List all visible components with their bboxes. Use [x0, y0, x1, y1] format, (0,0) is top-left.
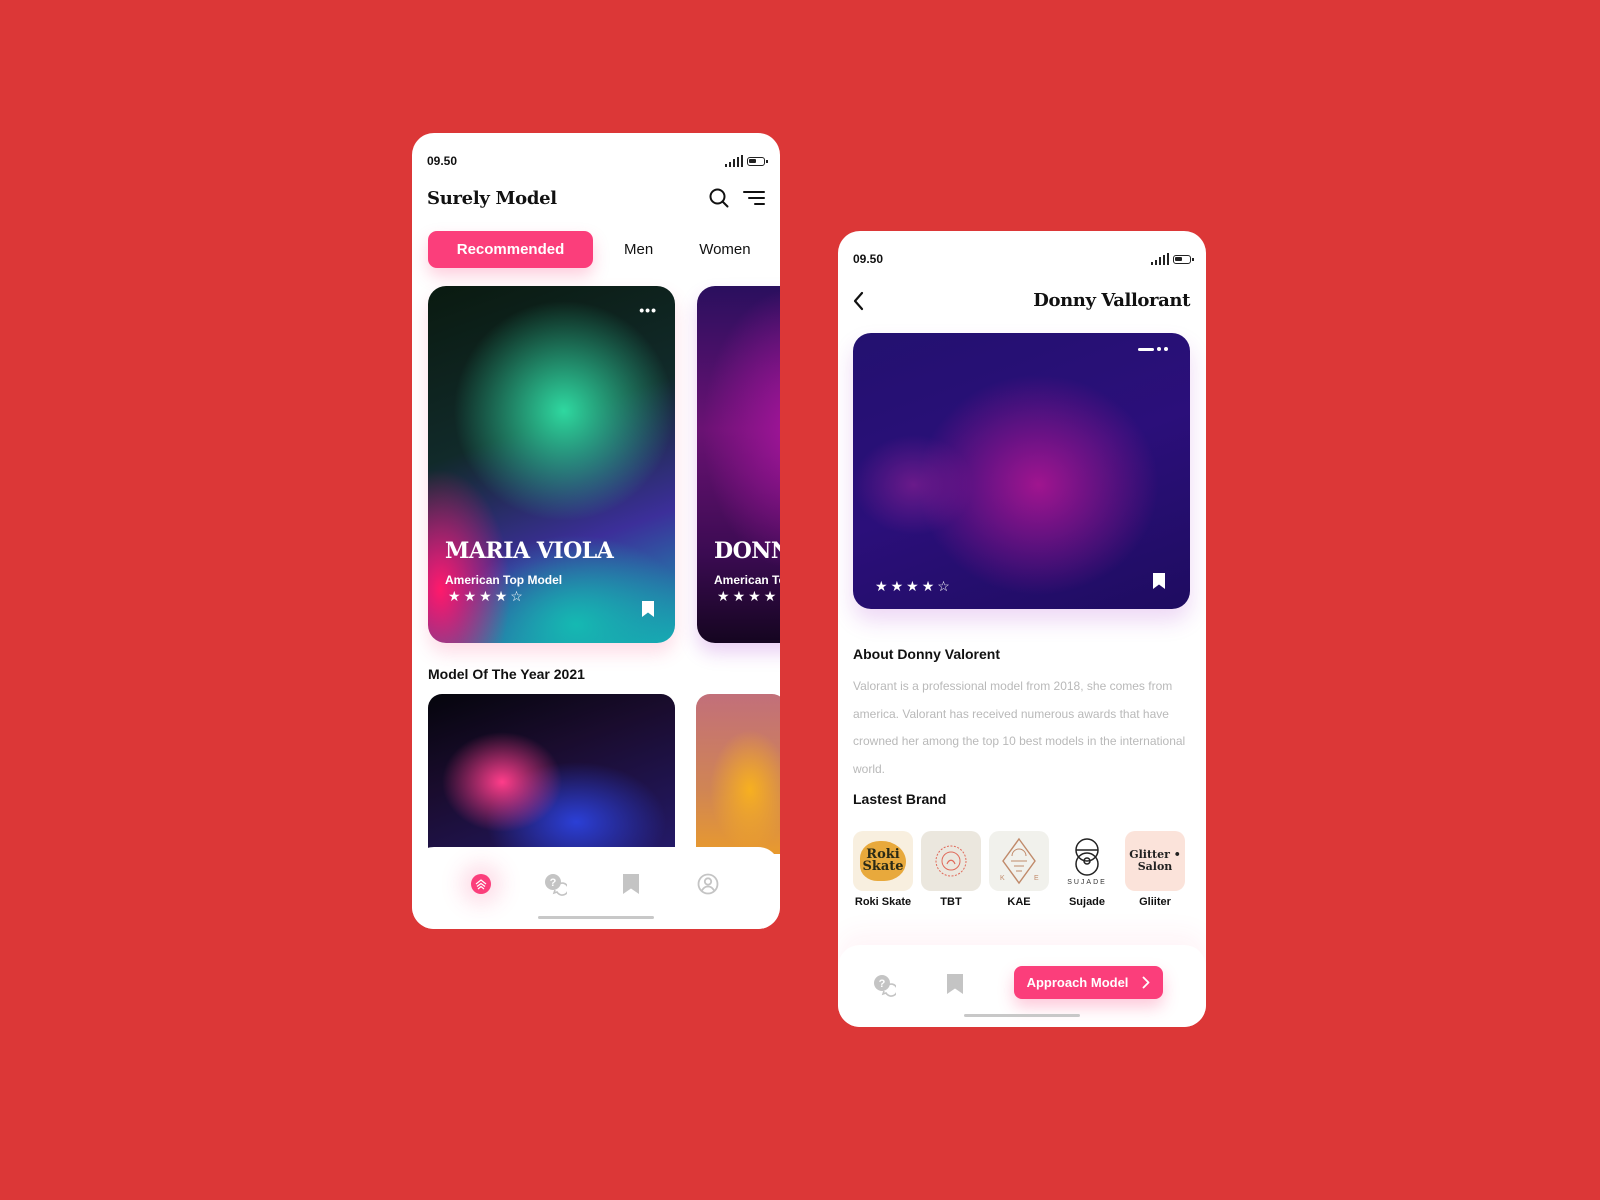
help-chat-icon[interactable]: ? [872, 973, 899, 1002]
approach-model-button[interactable]: Approach Model [1014, 966, 1163, 999]
category-tabs: Recommended Men Women [428, 231, 766, 268]
home-indicator [538, 916, 654, 919]
model-of-year-card[interactable] [696, 694, 780, 854]
signal-icon [725, 155, 743, 167]
brand-label: KAE [1007, 896, 1031, 908]
bookmark-icon[interactable] [618, 871, 644, 897]
star-rating: ★★★★☆ [875, 579, 950, 593]
star-filled-icon: ★ [494, 588, 508, 604]
model-card-donny[interactable]: DONNY American Top Model ★★★★☆ [697, 286, 780, 643]
battery-icon [1173, 254, 1194, 264]
star-filled-icon: ★ [479, 588, 492, 604]
brand-item-kae[interactable]: KE KAE [989, 831, 1049, 908]
page-title: Donny Vallorant [1033, 290, 1190, 311]
status-bar: 09.50 [427, 152, 768, 170]
brand-item-roki-skate[interactable]: Roki Skate Roki Skate [853, 831, 913, 908]
brand-label: TBT [940, 896, 962, 908]
brand-label: Sujade [1068, 896, 1106, 908]
tbt-logo-icon [935, 845, 967, 877]
brand-heading: Lastest Brand [853, 791, 947, 807]
model-name: DONNY [714, 538, 780, 564]
brand-item-tbt[interactable]: TBT [921, 831, 981, 908]
brand-label: Gliiter [1139, 896, 1171, 908]
home-indicator [964, 1014, 1080, 1017]
bookmark-icon[interactable] [1152, 572, 1166, 595]
brand-item-sujade[interactable]: SUJADE Sujade [1057, 831, 1117, 908]
status-time: 09.50 [427, 154, 458, 168]
app-title: Surely Model [427, 188, 557, 209]
star-rating: ★★★★☆ [448, 589, 523, 603]
about-text: Valorant is a professional model from 20… [853, 679, 1186, 776]
profile-icon[interactable] [695, 871, 721, 897]
brand-logo [921, 831, 981, 891]
star-filled-icon: ★ [463, 588, 477, 604]
model-name: MARIA VIOLA [445, 538, 614, 564]
svg-text:?: ? [549, 877, 556, 889]
chevron-right-icon [1143, 976, 1150, 989]
detail-action-bar: ? Approach Model [838, 945, 1206, 1027]
filter-icon[interactable] [743, 190, 765, 206]
star-empty-icon: ☆ [779, 589, 780, 603]
battery-icon [747, 156, 768, 166]
bookmark-icon[interactable] [946, 973, 964, 1000]
model-of-year-card[interactable] [428, 694, 675, 854]
phone-detail-screen: 09.50 Donny Vallorant ★ ★ ★ ★ ☆ About Donny … [838, 231, 1206, 1027]
star-filled-icon: ★ [732, 588, 746, 604]
kae-logo-icon: KE [1000, 837, 1039, 885]
model-hero-image: ★ ★ ★ ★ ☆ [853, 333, 1190, 609]
section-title: Model Of The Year 2021 [428, 666, 585, 682]
help-chat-icon[interactable]: ? [542, 871, 568, 897]
tab-recommended[interactable]: Recommended [428, 231, 593, 268]
model-card-maria-viola[interactable]: ••• MARIA VIOLA American Top Model ★ ★ ★ ★ ☆ [428, 286, 675, 643]
brand-logo: Glitter • Salon [1125, 831, 1185, 891]
signal-icon [1151, 253, 1169, 265]
more-options-icon[interactable]: ••• [639, 302, 657, 318]
star-filled-icon: ★ [921, 578, 935, 594]
bottom-nav: ? [412, 847, 780, 929]
bookmark-icon[interactable] [641, 600, 655, 623]
star-filled-icon: ★ [448, 588, 461, 604]
brand-logo: Roki Skate [853, 831, 913, 891]
phone-list-screen: 09.50 Surely Model Recommended Men Women… [412, 133, 780, 929]
tab-men[interactable]: Men [609, 231, 668, 268]
star-rating: ★★★★☆ [717, 589, 780, 603]
star-filled-icon: ★ [875, 578, 888, 594]
home-icon[interactable] [471, 874, 492, 894]
brand-list: Roki Skate Roki Skate TBT KE KAE SUJADE … [853, 831, 1185, 908]
status-time: 09.50 [853, 252, 884, 266]
svg-text:?: ? [879, 978, 886, 990]
model-subtitle: American Top Model [714, 573, 780, 587]
brand-item-gliiter[interactable]: Glitter • Salon Gliiter [1125, 831, 1185, 908]
svg-text:E: E [1034, 875, 1039, 882]
star-filled-icon: ★ [906, 578, 919, 594]
star-filled-icon: ★ [717, 588, 730, 604]
sujade-logo-icon [1075, 837, 1099, 876]
about-heading: About Donny Valorent [853, 646, 1000, 662]
svg-text:K: K [1000, 875, 1005, 882]
brand-logo: SUJADE [1057, 831, 1117, 891]
back-arrow-icon[interactable] [852, 291, 866, 316]
status-bar: 09.50 [853, 250, 1194, 268]
star-filled-icon: ★ [763, 588, 777, 604]
star-filled-icon: ★ [748, 588, 761, 604]
tab-women[interactable]: Women [684, 231, 765, 268]
search-icon[interactable] [709, 188, 729, 208]
star-empty-icon: ☆ [937, 578, 950, 594]
star-empty-icon: ☆ [510, 588, 523, 604]
brand-label: Roki Skate [854, 896, 912, 908]
more-options-icon[interactable] [1138, 347, 1168, 351]
model-subtitle: American Top Model [445, 573, 563, 587]
brand-logo: KE [989, 831, 1049, 891]
star-filled-icon: ★ [890, 578, 904, 594]
